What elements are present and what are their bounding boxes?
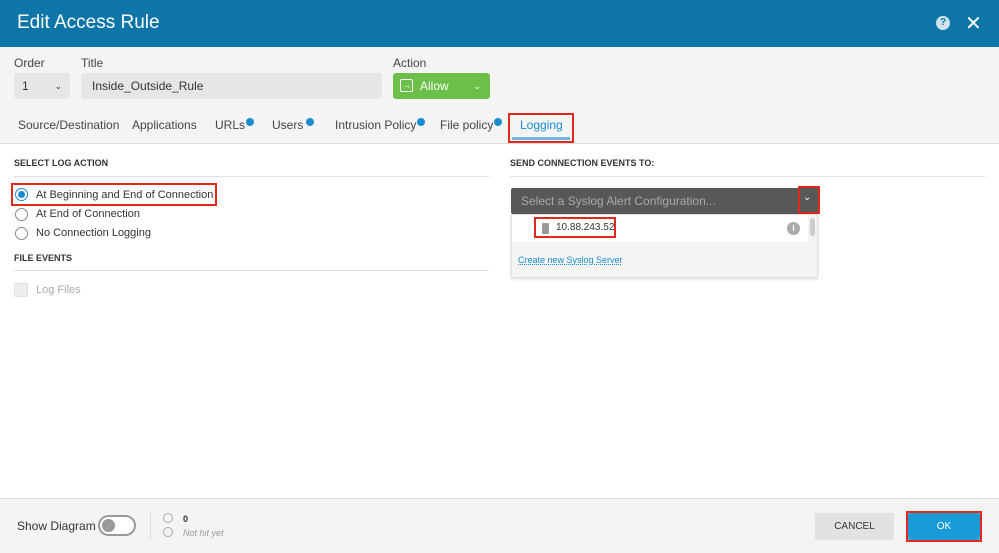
- action-value: Allow: [420, 79, 449, 93]
- create-syslog-link[interactable]: Create new Syslog Server: [518, 255, 623, 265]
- send-events-heading: SEND CONNECTION EVENTS TO:: [510, 158, 655, 168]
- tab-applications[interactable]: Applications: [132, 118, 197, 132]
- order-select[interactable]: 1 ⌄: [14, 73, 70, 99]
- divider: [510, 176, 985, 177]
- info-icon: [246, 118, 255, 126]
- info-icon: [306, 118, 315, 126]
- file-events-heading: FILE EVENTS: [14, 253, 73, 263]
- radio-end[interactable]: [15, 208, 28, 221]
- order-value: 1: [22, 79, 29, 93]
- hit-status: Not hit yet: [183, 528, 224, 538]
- highlight-box: [798, 186, 820, 214]
- clock-icon: [163, 527, 173, 537]
- log-files-label: Log Files: [36, 284, 81, 296]
- highlight-box: [906, 511, 982, 542]
- hit-count: 0: [183, 514, 189, 524]
- close-icon[interactable]: ✕: [965, 11, 982, 36]
- dialog-header: Edit Access Rule ? ✕: [0, 0, 999, 47]
- action-select[interactable]: → Allow ⌄: [393, 73, 490, 99]
- tab-intrusion-policy[interactable]: Intrusion Policy: [335, 118, 426, 132]
- dialog-title: Edit Access Rule: [17, 12, 160, 33]
- order-label: Order: [14, 56, 45, 70]
- action-label: Action: [393, 56, 427, 70]
- info-icon: [494, 118, 503, 126]
- tab-users[interactable]: Users: [272, 118, 315, 132]
- info-icon[interactable]: i: [787, 222, 800, 235]
- highlight-box: [11, 183, 217, 206]
- target-icon: [163, 513, 173, 523]
- highlight-box: [508, 113, 574, 143]
- cancel-button[interactable]: CANCEL: [815, 513, 894, 540]
- show-diagram-label: Show Diagram: [17, 519, 96, 533]
- question-icon[interactable]: ?: [936, 16, 950, 30]
- divider: [150, 512, 151, 540]
- scrollbar[interactable]: [810, 218, 815, 236]
- info-icon: [417, 118, 426, 126]
- option-label: No Connection Logging: [36, 227, 151, 239]
- divider: [14, 270, 489, 271]
- title-label: Title: [81, 56, 104, 70]
- title-input[interactable]: Inside_Outside_Rule: [81, 73, 382, 99]
- allow-arrow-icon: →: [400, 79, 413, 92]
- show-diagram-toggle[interactable]: [98, 515, 136, 536]
- highlight-box: [534, 217, 616, 238]
- chevron-down-icon: ⌄: [473, 81, 481, 91]
- syslog-placeholder: Select a Syslog Alert Configuration...: [521, 194, 716, 208]
- option-label: At End of Connection: [36, 208, 140, 220]
- log-action-heading: SELECT LOG ACTION: [14, 158, 109, 168]
- syslog-select[interactable]: Select a Syslog Alert Configuration... ⌄: [511, 188, 820, 214]
- tab-source-destination[interactable]: Source/Destination: [18, 118, 119, 132]
- log-files-checkbox[interactable]: [14, 283, 28, 297]
- chevron-down-icon: ⌄: [54, 81, 62, 91]
- tab-file-policy[interactable]: File policy: [440, 118, 503, 132]
- tab-urls[interactable]: URLs: [215, 118, 255, 132]
- radio-no-logging[interactable]: [15, 227, 28, 240]
- divider: [14, 176, 489, 177]
